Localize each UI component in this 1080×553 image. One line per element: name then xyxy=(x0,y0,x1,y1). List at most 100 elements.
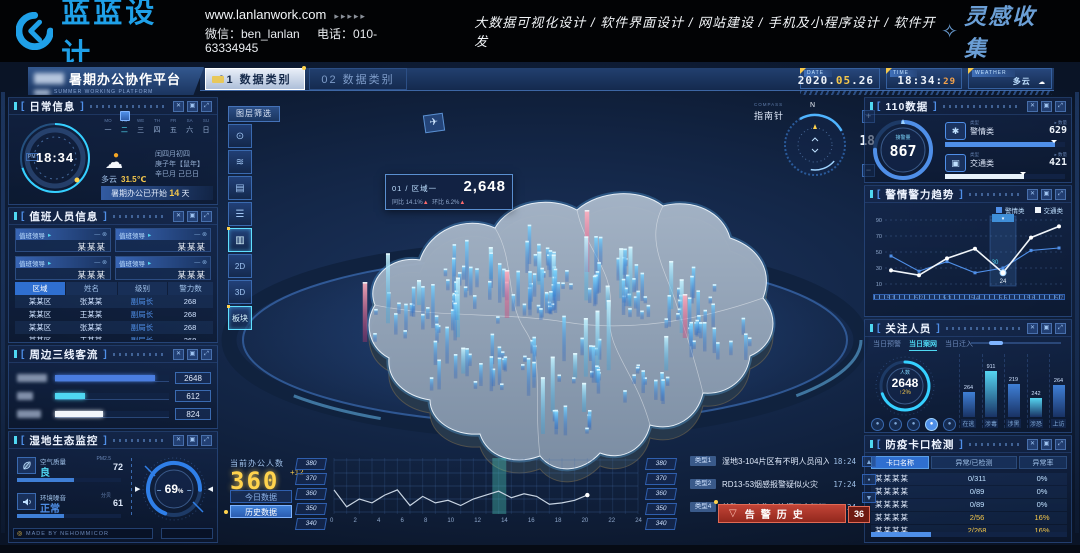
scroll-up-icon[interactable]: ▲ xyxy=(862,456,876,467)
focus-type-icon-0[interactable]: ● xyxy=(871,418,884,431)
weekday-SA[interactable]: SA六 xyxy=(183,118,197,135)
weekday-FR[interactable]: FR五 xyxy=(166,118,180,135)
x-tick: 4 xyxy=(377,518,380,524)
focus-tab-0[interactable]: 当日预警 xyxy=(873,339,901,351)
weekday-TU[interactable]: TU二 xyxy=(117,118,131,135)
panel-expand-icon[interactable]: ⤢ xyxy=(1055,323,1066,334)
panel-window-icon[interactable]: ▣ xyxy=(187,435,198,446)
duty-leader-card[interactable]: 值班领导▸— ⊗ 某某某 xyxy=(15,256,111,280)
panel-window-icon[interactable]: ▣ xyxy=(187,101,198,112)
tab-data-category-2[interactable]: 02 数据类别 xyxy=(309,68,407,90)
checkpoint-row[interactable]: 某某某某0/3110% xyxy=(871,473,1067,485)
panel-expand-icon[interactable]: ⤢ xyxy=(201,211,212,222)
panel-min-icon[interactable]: ✕ xyxy=(173,211,184,222)
scroll-down-icon[interactable]: ▼ xyxy=(862,492,876,503)
x-tick: 10 xyxy=(447,518,454,524)
focus-tab-2[interactable]: 当日迁入 xyxy=(945,339,973,351)
focus-type-icon-1[interactable]: ● xyxy=(889,418,902,431)
list-layer-button[interactable]: ☰ xyxy=(228,202,252,226)
website-link[interactable]: www.lanlanwork.com xyxy=(205,7,326,22)
panel-expand-icon[interactable]: ⤢ xyxy=(201,435,212,446)
x-tick: 14 xyxy=(501,518,508,524)
duty-leader-card[interactable]: 值班领导▸— ⊗ 某某某 xyxy=(115,256,211,280)
focus-type-icon-4[interactable]: ● xyxy=(943,418,956,431)
duty-table-row[interactable]: 某某区王某某副局长268 xyxy=(15,308,213,321)
noise-progress xyxy=(17,514,121,518)
focus-type-icon-3[interactable]: ● xyxy=(925,418,938,431)
duty-table-header: 区域姓名级别警力数 xyxy=(15,282,213,295)
compass-dial[interactable] xyxy=(780,110,850,180)
view-3d-button[interactable]: 3D xyxy=(228,280,252,304)
divider xyxy=(131,458,132,516)
signal-layer-button[interactable]: ≋ xyxy=(228,150,252,174)
checkpoint-col-1[interactable]: 异常/已检测 xyxy=(931,456,1017,469)
history-data-button[interactable]: 历史数据 xyxy=(230,505,292,518)
checkpoint-row[interactable]: 某某某某2/5616% xyxy=(871,512,1067,524)
checkpoint-row[interactable]: 某某某某0/890% xyxy=(871,499,1067,511)
chart-layer-button[interactable]: ▥ xyxy=(228,228,252,252)
panel-window-icon[interactable]: ▣ xyxy=(1041,439,1052,450)
focus-type-icon-2[interactable]: ● xyxy=(907,418,920,431)
trend-ruler[interactable] xyxy=(873,294,1065,300)
checkpoint-col-0[interactable]: 卡口名称 xyxy=(871,456,929,469)
office-line-chart[interactable] xyxy=(330,456,642,516)
weekday-WE[interactable]: WE三 xyxy=(134,118,148,135)
weekday-TH[interactable]: TH四 xyxy=(150,118,164,135)
panel-expand-icon[interactable]: ⤢ xyxy=(1055,101,1066,112)
duty-col-2[interactable]: 级别 xyxy=(117,282,167,295)
checkpoint-col-2[interactable]: 异常率 xyxy=(1019,456,1067,469)
alert-row[interactable]: 类型2 RD13-53烟感报警疑似火灾 17:24 xyxy=(690,477,856,491)
duty-col-1[interactable]: 姓名 xyxy=(65,282,117,295)
panel-min-icon[interactable]: ✕ xyxy=(1027,439,1038,450)
table-scrollbar[interactable] xyxy=(871,532,1067,537)
duty-leader-card[interactable]: 值班领导▸— ⊗ 某某某 xyxy=(115,228,211,252)
weekday-SU[interactable]: SU日 xyxy=(199,118,213,135)
panel-expand-icon[interactable]: ⤢ xyxy=(201,101,212,112)
panel-expand-icon[interactable]: ⤢ xyxy=(201,349,212,360)
device-layer-button[interactable]: ▤ xyxy=(228,176,252,200)
panel-window-icon[interactable]: ▣ xyxy=(1041,101,1052,112)
alert-row[interactable]: 类型1 湿地3-104片区有不明人员闯入 18:24 xyxy=(690,454,856,468)
layer-toolbar: 图层筛选 ⊙ ≋ ▤ ☰ ▥ 2D 3D 板块 xyxy=(228,106,280,330)
block-layer-button[interactable]: 板块 xyxy=(228,306,252,330)
focus-gauge: 人数 2648 ↑2% xyxy=(873,354,937,418)
panel-expand-icon[interactable]: ⤢ xyxy=(1055,189,1066,200)
bar-chart-slider[interactable] xyxy=(971,342,1061,344)
view-2d-button[interactable]: 2D xyxy=(228,254,252,278)
panel-window-icon[interactable]: ▣ xyxy=(1041,189,1052,200)
alert-history-button[interactable]: ▽ 告警历史 xyxy=(718,504,846,523)
panel-min-icon[interactable]: ✕ xyxy=(1027,189,1038,200)
plane-icon[interactable]: ✈ xyxy=(423,113,445,134)
gear-icon: ✱ xyxy=(945,122,966,140)
focus-tab-1[interactable]: 当日案网 xyxy=(909,339,937,351)
panel-window-icon[interactable]: ▣ xyxy=(187,349,198,360)
panel-min-icon[interactable]: ✕ xyxy=(173,349,184,360)
panel-min-icon[interactable]: ✕ xyxy=(173,435,184,446)
duty-table-row[interactable]: 某某区王某某副局长268 xyxy=(15,334,213,340)
tooltip-title: 01 / 区域一 xyxy=(392,183,437,194)
duty-col-3[interactable]: 警力数 xyxy=(167,282,213,295)
panel-expand-icon[interactable]: ⤢ xyxy=(1055,439,1066,450)
panel-title: 值班人员信息 xyxy=(29,209,98,224)
weekday-MO[interactable]: MO一 xyxy=(101,118,115,135)
tab-data-category-1[interactable]: 01 数据类别 xyxy=(205,68,305,90)
duty-table-row[interactable]: 某某区张某某副局长268 xyxy=(15,321,213,334)
panel-min-icon[interactable]: ✕ xyxy=(1027,101,1038,112)
duty-leader-card[interactable]: 值班领导▸— ⊗ 某某某 xyxy=(15,228,111,252)
panel-window-icon[interactable]: ▣ xyxy=(1041,323,1052,334)
camera-layer-button[interactable]: ⊙ xyxy=(228,124,252,148)
focus-bar: 242 涉恐 xyxy=(1027,354,1045,428)
flow-value: 824 xyxy=(175,408,211,420)
panel-window-icon[interactable]: ▣ xyxy=(187,211,198,222)
panel-110-data: [ 110数据] ✕▣⤢ 接警量 867 ✱ 类型警情类 ▸ 数量629 ▣ xyxy=(864,97,1072,183)
trend-chart[interactable]: ▾907050301030245.15.25.35.45.55.65.7 xyxy=(869,214,1069,302)
y-tick: 380 xyxy=(295,458,327,470)
panel-min-icon[interactable]: ✕ xyxy=(173,101,184,112)
scroll-dot-icon[interactable]: ● xyxy=(862,474,876,485)
checkpoint-row[interactable]: 某某某某0/890% xyxy=(871,486,1067,498)
duty-col-0[interactable]: 区域 xyxy=(15,282,65,295)
duty-table-row[interactable]: 某某区张某某副局长268 xyxy=(15,295,213,308)
panel-min-icon[interactable]: ✕ xyxy=(1027,323,1038,334)
today-data-button[interactable]: 今日数据 xyxy=(230,490,292,503)
inspiration-collect[interactable]: ✧ 灵感收集 xyxy=(941,0,1058,63)
